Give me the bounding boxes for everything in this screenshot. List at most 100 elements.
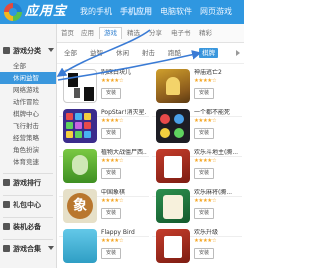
top-nav-pc-software[interactable]: 电脑软件 [160,6,192,18]
rating-stars: ★★★★☆ [101,118,124,124]
rating-stars: ★★★★☆ [101,78,124,84]
section-label: 礼包中心 [13,201,41,209]
collection-icon [3,245,10,252]
divider [3,195,53,196]
sidebar-section-collections[interactable]: 游戏合集 [0,242,56,256]
sidebar-item-label: 角色扮演 [13,146,39,154]
sidebar-section-game-ranking[interactable]: 游戏排行 [0,176,56,190]
rating-stars: ★★★★☆ [194,238,217,244]
app-name: 神庙逃亡2 [194,69,222,76]
filter-board-card[interactable]: 棋牌 [199,48,218,58]
filter-runner[interactable]: 跑酷 [165,48,184,58]
install-button[interactable]: 安装 [101,88,121,99]
top-bar: 应用宝 我的手机 手机应用 电脑软件 网页游戏 [0,0,244,24]
app-thumbnail [63,109,97,143]
sidebar-item-action-adventure[interactable]: 动作冒险 [0,96,56,108]
install-button[interactable]: 安装 [194,128,214,139]
sidebar-item-label: 网络游戏 [13,86,39,94]
sidebar-item-all[interactable]: 全部 [0,60,56,72]
app-thumbnail [63,229,97,263]
app-thumbnail: 象 [63,189,97,223]
app-thumbnail [63,69,97,103]
app-name: 植物大战僵尸西... [101,149,147,156]
app-name: 别踩白块儿 [101,69,132,76]
sidebar-item-strategy[interactable]: 经营策略 [0,132,56,144]
app-thumbnail [156,189,190,223]
tab-home[interactable]: 首页 [61,29,74,38]
grid-icon [3,47,10,54]
divider [3,239,53,240]
rating-stars: ★★★★☆ [194,158,217,164]
top-nav-my-phone[interactable]: 我的手机 [80,6,112,18]
install-button[interactable]: 安装 [194,168,214,179]
install-button[interactable]: 安装 [101,248,121,259]
app-name: 中国象棋 [101,189,126,196]
app-name: PopStar!消灭星... [101,109,147,116]
main-content: 首页 应用 游戏 精选 分享 电子书 精彩 全部 益智 休闲 射击 跑酷 棋牌 … [57,24,244,268]
tab-games[interactable]: 游戏 [99,27,122,39]
sidebar-item-online-games[interactable]: 网络游戏 [0,84,56,96]
divider [3,173,53,174]
sidebar: 游戏分类 全部 休闲益智 网络游戏 动作冒险 棋牌中心 飞行射击 经营策略 角色… [0,24,57,268]
app-window: 应用宝 我的手机 手机应用 电脑软件 网页游戏 游戏分类 全部 休闲益智 网络游… [0,0,244,268]
tab-highlights[interactable]: 精彩 [199,29,212,38]
app-name: 欢乐麻将(腾... [194,189,233,196]
filter-puzzle[interactable]: 益智 [87,48,106,58]
filter-casual[interactable]: 休闲 [113,48,132,58]
tab-featured[interactable]: 精选 [127,29,140,38]
filter-tabs: 全部 益智 休闲 射击 跑酷 棋牌 [57,43,244,64]
install-button[interactable]: 安装 [101,168,121,179]
sidebar-section-essentials[interactable]: 装机必备 [0,220,56,234]
sidebar-section-gift-center[interactable]: 礼包中心 [0,198,56,212]
rating-stars: ★★★★☆ [101,198,124,204]
install-button[interactable]: 安装 [101,128,121,139]
sidebar-item-rpg[interactable]: 角色扮演 [0,144,56,156]
chevron-down-icon [48,48,54,52]
sidebar-item-shooting[interactable]: 飞行射击 [0,120,56,132]
install-button[interactable]: 安装 [101,208,121,219]
sidebar-item-label: 动作冒险 [13,98,39,106]
app-thumbnail [156,229,190,263]
app-thumbnail [156,109,190,143]
section-label: 游戏分类 [13,47,41,55]
package-icon [3,223,10,230]
app-title: 应用宝 [25,4,68,19]
app-grid: 别踩白块儿 ★★★★☆ 安装 神庙逃亡2 ★★★★☆ 安装 PopStar!消灭… [57,64,244,268]
app-card[interactable]: Flappy Bird ★★★★☆ 安装 [59,226,149,268]
top-nav-mobile-apps[interactable]: 手机应用 [120,6,152,18]
sidebar-item-label: 经营策略 [13,134,39,142]
app-name: 欢乐斗地主(腾... [194,149,239,156]
tab-ebooks[interactable]: 电子书 [171,29,191,38]
rating-stars: ★★★★☆ [194,198,217,204]
top-nav-web-games[interactable]: 网页游戏 [200,6,232,18]
sidebar-item-label: 体育竞速 [13,158,39,166]
install-button[interactable]: 安装 [194,208,214,219]
sidebar-item-board-card[interactable]: 棋牌中心 [0,108,56,120]
install-button[interactable]: 安装 [194,248,214,259]
ranking-icon [3,179,10,186]
tab-apps[interactable]: 应用 [81,29,94,38]
rating-stars: ★★★★☆ [101,158,124,164]
category-tabs: 首页 应用 游戏 精选 分享 电子书 精彩 [57,24,244,43]
sidebar-item-casual-puzzle[interactable]: 休闲益智 [0,72,56,84]
sidebar-section-game-categories[interactable]: 游戏分类 [0,44,56,58]
app-thumbnail [156,149,190,183]
chevron-right-icon[interactable] [236,50,240,56]
filter-all[interactable]: 全部 [61,48,80,58]
sidebar-item-label: 全部 [13,62,26,70]
gift-icon [3,201,10,208]
filter-shooting[interactable]: 射击 [139,48,158,58]
app-name: 一个都不能死 [194,109,231,116]
sidebar-item-sports-racing[interactable]: 体育竞速 [0,156,56,168]
section-label: 游戏合集 [13,245,41,253]
tab-share[interactable]: 分享 [149,29,162,38]
chevron-down-icon [48,246,54,250]
sidebar-item-label: 休闲益智 [13,74,39,82]
section-label: 游戏排行 [13,179,41,187]
section-label: 装机必备 [13,223,41,231]
app-thumbnail [156,69,190,103]
app-card[interactable]: 欢乐升级 ★★★★☆ 安装 [152,226,242,268]
divider [3,217,53,218]
sidebar-item-label: 飞行射击 [13,122,39,130]
install-button[interactable]: 安装 [194,88,214,99]
